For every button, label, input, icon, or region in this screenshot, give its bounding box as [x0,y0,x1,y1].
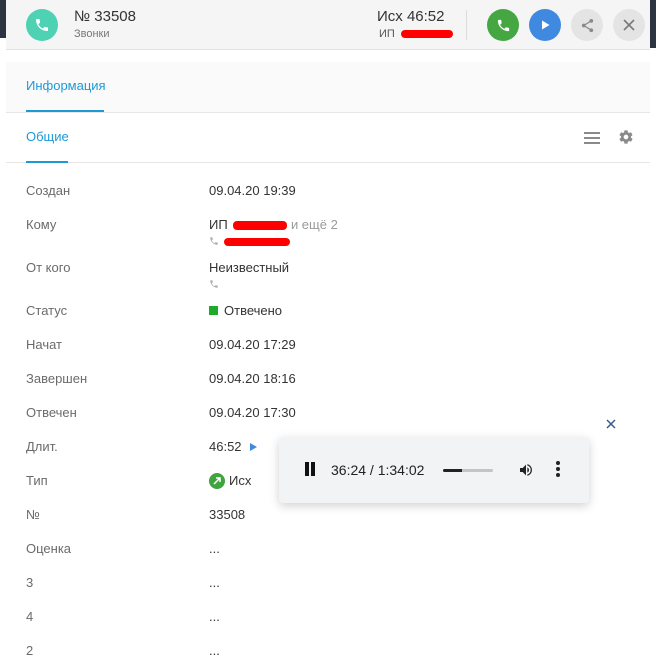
field-value-2[interactable]: ... [209,643,220,658]
active-section-indicator [26,161,68,163]
field-value-to[interactable]: ИП и ещё 2 [209,217,338,232]
pause-icon[interactable] [303,462,317,478]
redacted-mark [233,221,288,231]
status-text: Отвечено [224,303,283,318]
field-label-number: № [26,507,40,522]
play-icon [542,20,550,30]
duration-text: 46:52 [209,439,242,454]
share-button[interactable] [571,9,603,41]
card-header: № 33508 Звонки Исх 46:52 ИП [6,0,650,50]
field-value-rating[interactable]: ... [209,541,220,556]
header-divider [466,10,467,40]
phone-icon [26,9,58,41]
entity-type-subtitle: Звонки [74,28,110,40]
field-label-finished: Завершен [26,371,88,386]
field-value-from: Неизвестный [209,260,290,275]
field-label-created: Создан [26,183,71,198]
share-icon [581,18,593,32]
field-label-status: Статус [26,303,68,318]
to-phone-line [209,236,291,248]
right-edge-strip [650,0,656,48]
field-value-finished: 09.04.20 18:16 [209,371,296,386]
counterparty-prefix: ИП [379,28,395,40]
field-value-status: Отвечено [209,303,282,318]
playback-time: 36:24 / 1:34:02 [331,462,425,478]
field-value-answered: 09.04.20 17:30 [209,405,296,420]
call-number-title: № 33508 [74,8,136,25]
hamburger-icon[interactable] [584,131,600,145]
type-text: Исх [229,473,252,488]
field-value-3[interactable]: ... [209,575,220,590]
phone-icon [210,280,218,288]
redacted-mark [400,30,453,39]
playback-progress-fill [443,469,463,472]
audio-player: 36:24 / 1:34:02 [279,437,589,503]
play-button[interactable] [529,9,561,41]
field-value-created: 09.04.20 19:39 [209,183,296,198]
field-label-type: Тип [26,473,48,488]
player-close-icon[interactable] [604,417,618,431]
field-value-started: 09.04.20 17:29 [209,337,296,352]
tab-information[interactable]: Информация [26,78,106,93]
to-prefix: ИП [209,217,228,232]
from-phone-line [209,279,219,292]
field-label-duration: Длит. [26,439,58,454]
playback-progress-bar[interactable] [443,469,493,472]
play-icon[interactable] [249,443,257,451]
direction-duration: Исх 46:52 [377,8,445,25]
field-label-started: Начат [26,337,63,352]
section-general[interactable]: Общие [26,129,69,144]
more-vertical-icon[interactable] [556,461,560,477]
field-label-rating: Оценка [26,541,72,556]
field-label-from: От кого [26,260,71,275]
field-value-type: Исх [209,473,251,489]
to-more-link[interactable]: и ещё 2 [291,217,338,232]
field-label-answered: Отвечен [26,405,77,420]
status-indicator [209,306,218,315]
phone-icon [210,237,218,245]
outgoing-call-icon [209,473,225,489]
field-value-number: 33508 [209,507,246,522]
field-label-3: 3 [26,575,34,590]
volume-icon[interactable] [517,462,535,478]
call-button[interactable] [487,9,519,41]
field-label-4: 4 [26,609,34,624]
field-value-duration: 46:52 [209,439,257,454]
field-value-4[interactable]: ... [209,609,220,624]
field-label-2: 2 [26,643,34,658]
close-button[interactable] [613,9,645,41]
redacted-mark [224,238,291,247]
counterparty-name[interactable]: ИП [379,28,453,40]
phone-icon [497,19,509,31]
section-bar: Общие [6,113,650,163]
field-label-to: Кому [26,217,57,232]
close-icon [623,19,635,31]
tab-bar: Информация [6,62,650,113]
gear-icon[interactable] [618,129,634,145]
active-tab-indicator [26,110,104,112]
